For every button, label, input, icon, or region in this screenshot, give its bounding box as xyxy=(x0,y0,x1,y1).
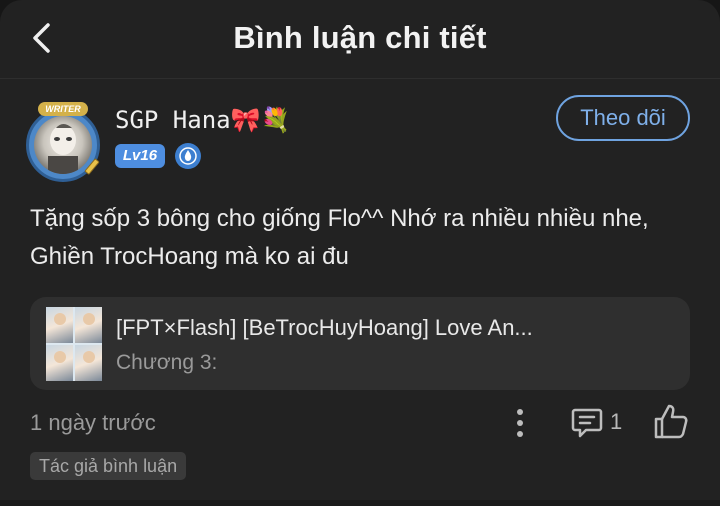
comment-text: Tặng sốp 3 bông cho giống Flo^^ Nhớ ra n… xyxy=(30,205,649,270)
divider xyxy=(0,500,720,506)
follow-button[interactable]: Theo dõi xyxy=(556,95,690,141)
more-vertical-icon xyxy=(517,409,523,437)
reply-button[interactable]: 1 xyxy=(570,405,626,441)
user-name[interactable]: SGP Hana🎀💐 xyxy=(115,106,290,134)
like-button[interactable] xyxy=(652,402,690,442)
level-badge: Lv16 xyxy=(115,144,165,168)
reply-count: 1 xyxy=(610,409,623,434)
rank-badge xyxy=(175,143,201,169)
thumbs-up-icon xyxy=(654,404,688,439)
page-title: Bình luận chi tiết xyxy=(233,20,487,55)
story-card[interactable]: [FPT×Flash] [BeTrocHuyHoang] Love An... … xyxy=(30,297,690,390)
comment-icon xyxy=(571,408,603,438)
story-chapter: Chương 3: xyxy=(116,351,218,374)
story-cover xyxy=(46,307,102,381)
more-options-button[interactable] xyxy=(506,405,534,441)
header-bar: Bình luận chi tiết xyxy=(0,0,720,79)
writer-badge: WRITER xyxy=(38,102,88,116)
story-title: [FPT×Flash] [BeTrocHuyHoang] Love An... xyxy=(116,315,533,340)
avatar[interactable]: WRITER xyxy=(22,102,104,184)
comment-author-tag: Tác giả bình luận xyxy=(30,452,187,480)
comment-time: 1 ngày trước xyxy=(30,410,156,435)
pen-icon xyxy=(84,158,100,175)
comment-detail-screen: Bình luận chi tiết WRITER SGP Hana🎀💐 Lv1… xyxy=(0,0,720,506)
water-drop-icon xyxy=(179,147,197,165)
